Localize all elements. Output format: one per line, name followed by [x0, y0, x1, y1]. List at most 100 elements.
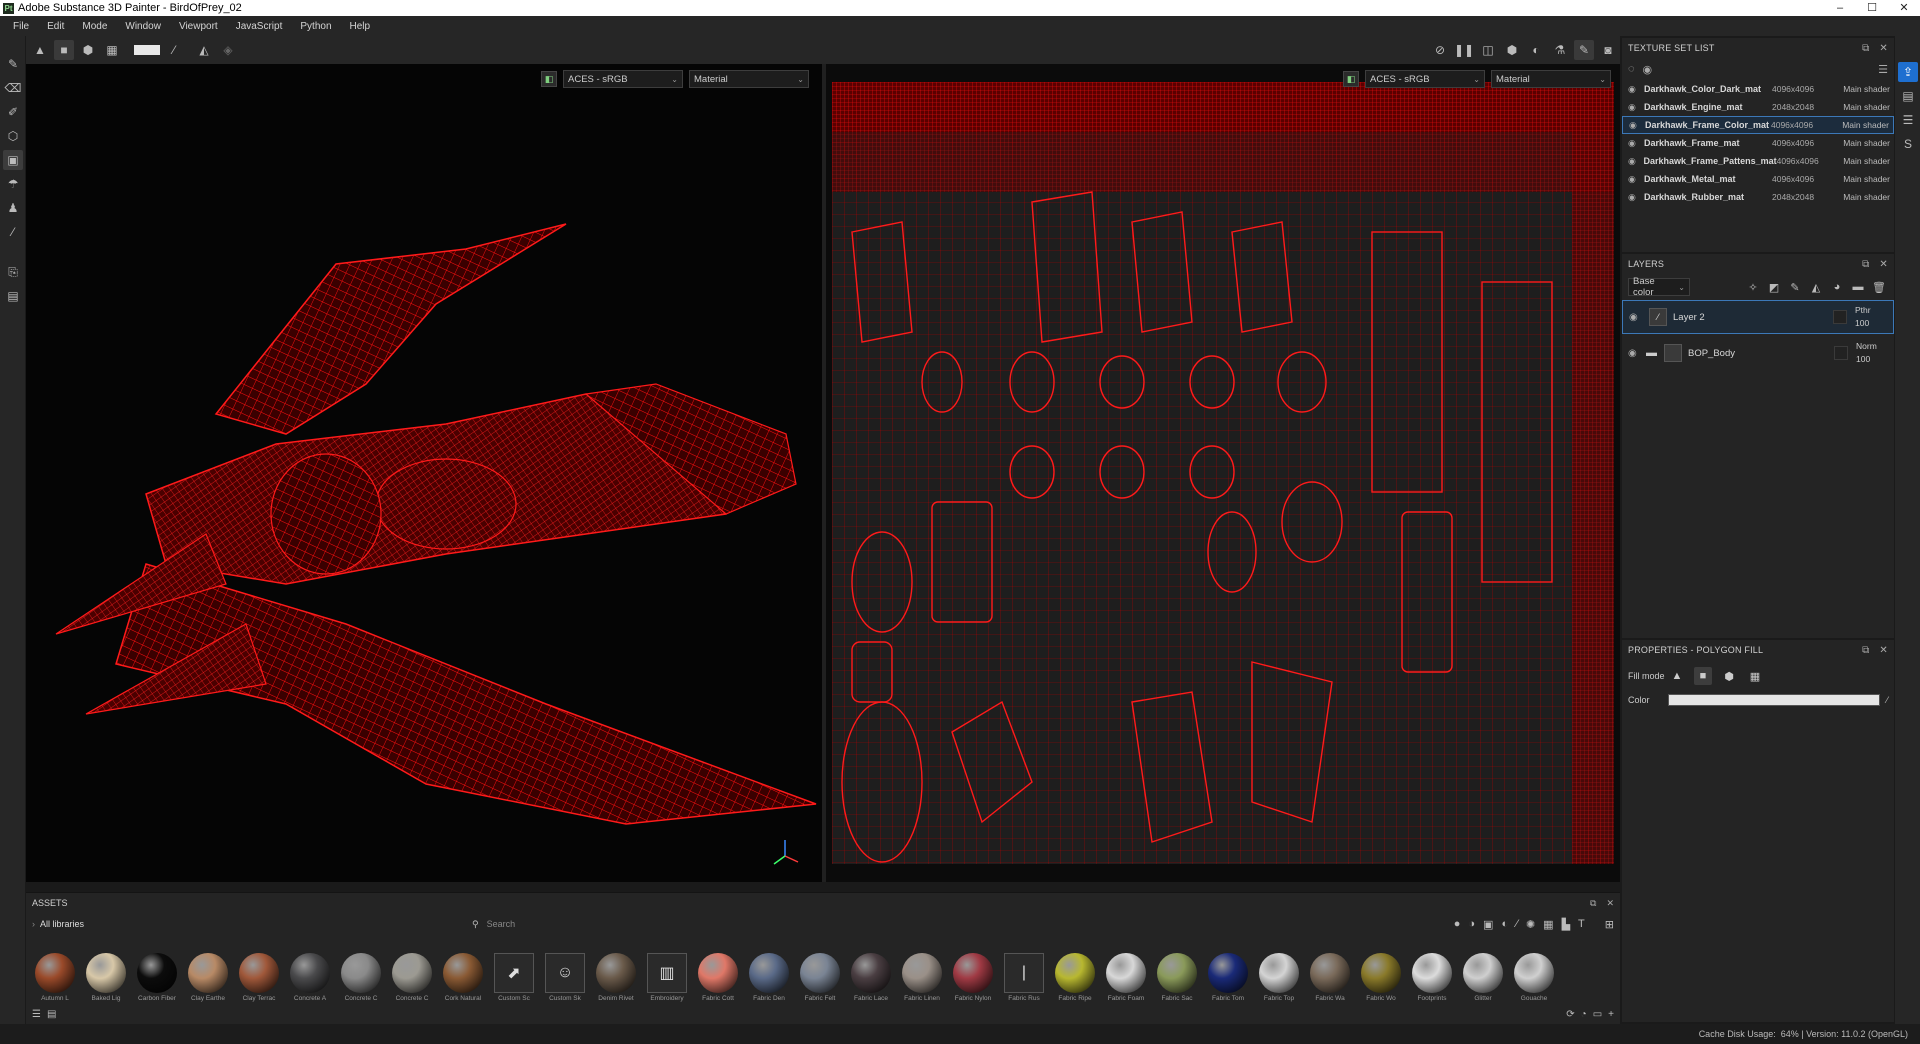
- add-fill-layer-icon[interactable]: ◭: [1807, 278, 1825, 296]
- texture-set-shader[interactable]: Main shader: [1836, 156, 1890, 166]
- texture-set-shader[interactable]: Main shader: [1834, 174, 1890, 184]
- float-panel-icon[interactable]: ⧉: [1862, 645, 1869, 656]
- display-mode-dropdown-2d[interactable]: Material ⌄: [1491, 70, 1611, 88]
- camera-cube-icon[interactable]: ⬢: [1502, 40, 1522, 60]
- list-view-icon[interactable]: ▤: [47, 1009, 56, 1020]
- texture-set-shader[interactable]: Main shader: [1834, 192, 1890, 202]
- pause-icon[interactable]: ❚❚: [1454, 40, 1474, 60]
- asset-thumbnail[interactable]: Fabric Wo: [1358, 953, 1404, 1002]
- asset-thumbnail[interactable]: | Fabric Rus: [1001, 953, 1047, 1002]
- visibility-toggle-icon[interactable]: ◌: [1628, 63, 1635, 75]
- screenshot-icon[interactable]: ◙: [1598, 40, 1618, 60]
- float-panel-icon[interactable]: ⧉: [1862, 259, 1869, 270]
- asset-thumbnail[interactable]: Clay Earthe: [185, 953, 231, 1002]
- library-selector[interactable]: All libraries: [40, 919, 84, 929]
- asset-thumbnail[interactable]: Autumn L: [32, 953, 78, 1002]
- menu-viewport[interactable]: Viewport: [170, 21, 227, 32]
- menu-mode[interactable]: Mode: [73, 21, 116, 32]
- channel-dropdown[interactable]: Base color ⌄: [1628, 276, 1690, 298]
- mesh-fill-icon[interactable]: ⬢: [1720, 667, 1738, 685]
- maximize-button[interactable]: ☐: [1856, 0, 1888, 16]
- material-filter-icon[interactable]: ●: [1454, 918, 1461, 930]
- asset-thumbnail[interactable]: Footprints: [1409, 953, 1455, 1002]
- symmetry-icon[interactable]: ◭: [194, 40, 214, 60]
- environment-filter-icon[interactable]: ▙: [1562, 918, 1570, 931]
- eraser-icon[interactable]: ⌫: [3, 78, 23, 98]
- asset-thumbnail[interactable]: Concrete C: [389, 953, 435, 1002]
- color-management-icon[interactable]: ◧: [1343, 71, 1359, 87]
- add-smart-material-icon[interactable]: ◕: [1828, 278, 1846, 296]
- sort-icon[interactable]: ☰: [32, 1009, 41, 1020]
- settings-menu-icon[interactable]: ☰: [1878, 63, 1888, 76]
- asset-thumbnail[interactable]: Glitter: [1460, 953, 1506, 1002]
- iray-icon[interactable]: ⚗: [1550, 40, 1570, 60]
- asset-thumbnail[interactable]: Clay Terrac: [236, 953, 282, 1002]
- split-view-icon[interactable]: ◫: [1478, 40, 1498, 60]
- search-input[interactable]: Search: [487, 919, 516, 929]
- close-panel-icon[interactable]: ✕: [1879, 43, 1888, 54]
- close-panel-icon[interactable]: ✕: [1879, 645, 1888, 656]
- asset-thumbnail[interactable]: Denim Rivet: [593, 953, 639, 1002]
- asset-thumbnail[interactable]: Fabric Linen: [899, 953, 945, 1002]
- grid-view-icon[interactable]: ⊞: [1605, 918, 1614, 931]
- uv-chunk-fill-icon[interactable]: ▦: [1746, 667, 1764, 685]
- asset-thumbnail[interactable]: Fabric Lace: [848, 953, 894, 1002]
- asset-search[interactable]: ⚲ Search: [472, 919, 1352, 930]
- export-icon[interactable]: ▤: [3, 286, 23, 306]
- symmetry-off-icon[interactable]: ◈: [218, 40, 238, 60]
- menu-python[interactable]: Python: [291, 21, 340, 32]
- eye-icon[interactable]: ◉: [1628, 174, 1640, 185]
- texture-set-dock-icon[interactable]: ⇪: [1898, 62, 1918, 82]
- texture-set-row[interactable]: ◉ Darkhawk_Frame_Pattens_mat 4096x4096 Main…: [1622, 152, 1894, 170]
- color-value-bar[interactable]: [1668, 694, 1881, 706]
- asset-thumbnail[interactable]: ▥ Embroidery: [644, 953, 690, 1002]
- asset-thumbnail[interactable]: ☺ Custom Sk: [542, 953, 588, 1002]
- layer-blend-opacity[interactable]: Pthr 100: [1855, 304, 1889, 330]
- add-effect-icon[interactable]: ✧: [1744, 278, 1762, 296]
- layer-row-bop-body[interactable]: ◉ ▬ BOP_Body Norm 100: [1622, 336, 1894, 370]
- asset-thumbnail[interactable]: Concrete C: [338, 953, 384, 1002]
- eye-icon[interactable]: ◉: [1628, 192, 1640, 203]
- polygon-fill-icon[interactable]: ▣: [3, 150, 23, 170]
- eyedropper-icon[interactable]: ⁄: [164, 40, 184, 60]
- asset-thumbnail[interactable]: Fabric Cott: [695, 953, 741, 1002]
- polygon-fill-mode-icon[interactable]: ■: [1694, 667, 1712, 685]
- alpha-filter-icon[interactable]: ✺: [1526, 918, 1535, 931]
- texture-filter-icon[interactable]: ▣: [1483, 918, 1493, 931]
- eye-icon[interactable]: ◉: [1628, 156, 1640, 167]
- color-swatch[interactable]: [134, 45, 160, 55]
- geometry-mask-icon[interactable]: ⬡: [3, 126, 23, 146]
- add-folder-icon[interactable]: ▬: [1849, 278, 1867, 296]
- asset-thumbnail[interactable]: Fabric Top: [1256, 953, 1302, 1002]
- text-filter-icon[interactable]: T: [1578, 918, 1585, 930]
- asset-thumbnail[interactable]: Fabric Wa: [1307, 953, 1353, 1002]
- smudge-icon[interactable]: ☂: [3, 174, 23, 194]
- eye-icon[interactable]: ◉: [1628, 102, 1640, 113]
- eye-icon[interactable]: ◉: [1629, 120, 1641, 131]
- uv-chunk-fill-icon[interactable]: ▦: [102, 40, 122, 60]
- triangle-fill-icon[interactable]: ▲: [30, 40, 50, 60]
- asset-thumbnail[interactable]: Cork Natural: [440, 953, 486, 1002]
- brush-filter-icon[interactable]: ⁄: [1516, 918, 1518, 930]
- mesh-fill-icon[interactable]: ⬢: [78, 40, 98, 60]
- viewport-2d[interactable]: ◧ ACES - sRGB ⌄ Material ⌄: [826, 64, 1620, 882]
- asset-thumbnail[interactable]: Gouache: [1511, 953, 1557, 1002]
- close-panel-icon[interactable]: ✕: [1606, 898, 1614, 909]
- menu-javascript[interactable]: JavaScript: [227, 21, 292, 32]
- substance-dock-icon[interactable]: S: [1898, 134, 1918, 154]
- texture-set-row[interactable]: ◉ Darkhawk_Color_Dark_mat 4096x4096 Main sh…: [1622, 80, 1894, 98]
- asset-thumbnail[interactable]: Fabric Foam: [1103, 953, 1149, 1002]
- float-panel-icon[interactable]: ⧉: [1862, 43, 1869, 54]
- asset-thumbnail[interactable]: Baked Lig: [83, 953, 129, 1002]
- layer-mask-thumbnail[interactable]: [1834, 346, 1848, 360]
- triangle-fill-icon[interactable]: ▲: [1668, 667, 1686, 685]
- layers-dock-icon[interactable]: ▤: [1898, 86, 1918, 106]
- eye-icon[interactable]: ◉: [1628, 84, 1640, 95]
- asset-thumbnail[interactable]: Fabric Ripe: [1052, 953, 1098, 1002]
- eyedropper-icon[interactable]: ⁄: [1886, 695, 1888, 705]
- viewport-3d[interactable]: ◧ ACES - sRGB ⌄ Material ⌄: [26, 64, 822, 882]
- paint-brush-icon[interactable]: ✎: [3, 54, 23, 74]
- refresh-icon[interactable]: ⟳: [1566, 1009, 1574, 1020]
- asset-thumbnail[interactable]: Fabric Den: [746, 953, 792, 1002]
- asset-thumbnail[interactable]: Fabric Nylon: [950, 953, 996, 1002]
